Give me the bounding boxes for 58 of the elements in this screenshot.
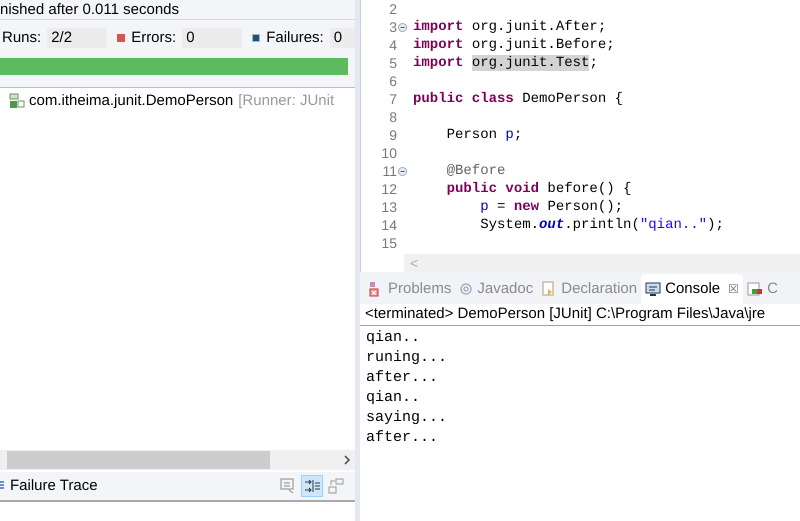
line-number: 8	[389, 110, 397, 124]
code-line: import org.junit.Test;	[413, 54, 598, 72]
code-line: @Before	[446, 162, 506, 180]
console-output-line: after...	[366, 428, 438, 448]
scroll-right-icon[interactable]	[342, 454, 352, 466]
console-output-line: qian..	[366, 388, 420, 408]
code-line: import org.junit.After;	[413, 18, 606, 36]
scrollbar-thumb[interactable]	[7, 451, 270, 469]
list-icon	[0, 481, 4, 491]
line-number: 6	[389, 74, 397, 88]
console-header: <terminated> DemoPerson [JUnit] C:\Program Files\Java\jre	[365, 304, 766, 324]
view-tab[interactable]: Javadoc	[455, 274, 538, 304]
error-icon	[117, 34, 126, 42]
line-number: 12	[381, 182, 397, 196]
view-tab[interactable]: Declaration	[537, 274, 642, 304]
javadoc-tab-icon	[459, 281, 474, 297]
test-suite-icon	[9, 93, 25, 109]
failure-trace-title: Failure Trace	[10, 476, 99, 496]
line-number: 4	[389, 38, 397, 52]
console-output-line: after...	[366, 368, 438, 388]
counter-label: Errors:	[131, 28, 176, 48]
console-output-line: saying...	[366, 408, 448, 428]
view-tab[interactable]: Problems	[364, 274, 456, 304]
line-number: 5	[389, 56, 397, 70]
code-line: public void before() {	[446, 180, 632, 198]
line-number: 15	[381, 236, 397, 250]
line-number: 14	[381, 218, 397, 232]
scroll-left-arrow[interactable]: <	[410, 256, 418, 270]
console-output-line: qian..	[366, 328, 420, 348]
fold-icon[interactable]	[398, 166, 407, 176]
status-text: nished after 0.011 seconds	[0, 2, 180, 17]
line-number: 3	[389, 20, 397, 34]
code-line: import org.junit.Before;	[413, 36, 615, 54]
counter-label: Failures:	[266, 28, 324, 48]
console-tab-icon	[645, 281, 662, 297]
filter-stack-icon[interactable]	[301, 475, 323, 497]
line-number: 11	[382, 164, 397, 178]
code-line: p = new Person();	[479, 198, 624, 216]
view-tab[interactable]: C	[743, 274, 782, 304]
counter-value: 2/2	[47, 28, 108, 48]
fold-icon[interactable]	[398, 22, 407, 32]
code-line: System.out.println("qian..");	[479, 216, 724, 234]
tree-item[interactable]: com.itheima.junit.DemoPerson	[29, 91, 234, 111]
line-number: 7	[389, 92, 397, 106]
line-number: 9	[389, 128, 397, 142]
code-line: public class DemoPerson {	[413, 90, 624, 108]
view-tab[interactable]: Console ☒	[641, 274, 744, 304]
line-number: 13	[381, 200, 397, 214]
runner-label: [Runner: JUnit	[237, 91, 334, 111]
line-number: 2	[389, 2, 397, 16]
close-tab-icon[interactable]: ☒	[728, 280, 740, 298]
counter-value: 0	[182, 28, 242, 48]
console-output-line: runing...	[366, 348, 448, 368]
line-number: 10	[381, 146, 397, 160]
counter-label: Runs:	[2, 28, 42, 48]
coverage-tab-icon	[747, 281, 764, 297]
code-line: Person p;	[446, 126, 522, 144]
failure-icon	[252, 34, 260, 42]
